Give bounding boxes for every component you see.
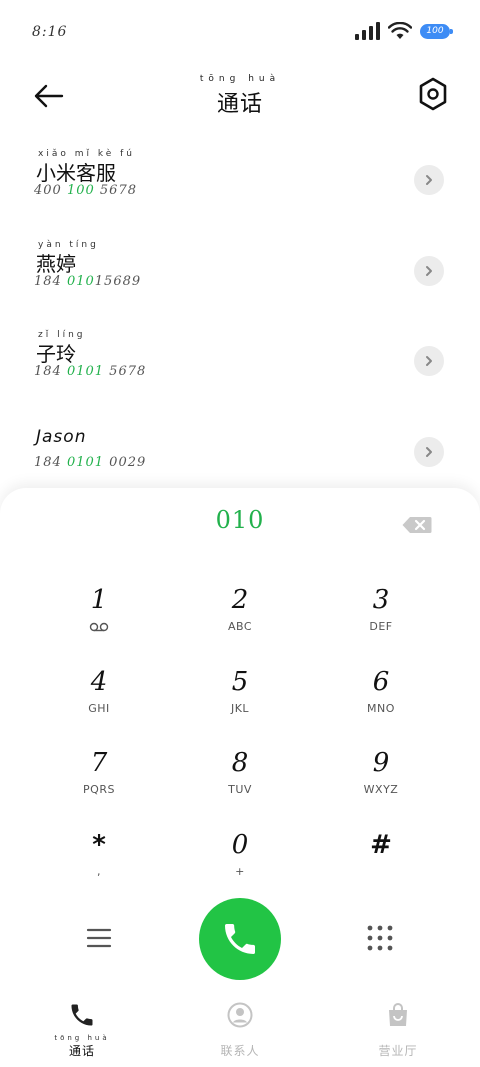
call-button[interactable]: [199, 898, 281, 980]
page-title-wrap: tōng huà 通话: [0, 74, 480, 118]
phone-icon: [71, 1004, 93, 1026]
key-hash[interactable]: #: [321, 828, 441, 900]
contact-name: Jason: [36, 426, 87, 447]
page-title-pinyin: tōng huà: [199, 74, 281, 84]
tab-label: 联系人: [220, 1044, 260, 1058]
contact-detail-button[interactable]: [414, 165, 444, 195]
key-digit: 8: [231, 748, 249, 778]
key-letters: +: [235, 864, 245, 878]
phone-app-screen: 8:16 100 tōng huà 通话 xiǎo mǐ kè fú 小米客服 …: [0, 0, 480, 1067]
keypad-grid-icon[interactable]: [366, 924, 394, 952]
header: tōng huà 通话: [0, 70, 480, 120]
backspace-icon[interactable]: [402, 516, 432, 534]
key-2[interactable]: 2 ABC: [180, 583, 300, 655]
key-digit: #: [370, 829, 392, 860]
contact-name: 子玲: [36, 342, 76, 366]
key-letters: [321, 865, 441, 879]
contact-number: 184 01015689: [34, 273, 142, 289]
key-6[interactable]: 6 MNO: [321, 665, 441, 737]
list-item[interactable]: Jason 184 0101 0029: [0, 407, 480, 498]
key-digit: 5: [231, 666, 249, 697]
contact-number: 184 0101 5678: [34, 364, 147, 379]
contacts-person-icon: [227, 1002, 253, 1028]
dialpad-action-row: [0, 898, 480, 982]
tab-label: 通话: [68, 1044, 95, 1058]
key-1[interactable]: 1: [39, 583, 159, 655]
status-time: 8:16: [32, 24, 68, 40]
key-letters: TUV: [228, 783, 252, 796]
key-8[interactable]: 8 TUV: [180, 746, 300, 818]
key-3[interactable]: 3 DEF: [321, 583, 441, 655]
wifi-icon: [388, 22, 412, 39]
battery-icon: 100: [420, 23, 453, 39]
status-bar: 8:16 100: [0, 0, 480, 60]
key-digit: 0: [231, 829, 249, 860]
page-title: 通话: [216, 92, 263, 117]
key-letters: ,: [97, 864, 101, 878]
key-digit: 2: [231, 585, 249, 615]
tab-service-hall[interactable]: 营业厅: [338, 1001, 458, 1061]
key-digit: 6: [372, 666, 390, 697]
key-7[interactable]: 7 PQRS: [39, 746, 159, 818]
contact-detail-button[interactable]: [414, 255, 444, 286]
tab-label-pinyin: tōng huà: [54, 1034, 110, 1042]
settings-hexagon-icon[interactable]: [416, 76, 450, 112]
tab-contacts[interactable]: 联系人: [180, 1001, 300, 1061]
key-star[interactable]: * ,: [39, 828, 159, 900]
chevron-right-icon: [426, 265, 432, 276]
shopping-bag-icon: [389, 1003, 407, 1026]
contact-detail-button[interactable]: [414, 436, 444, 467]
voicemail-icon: [89, 622, 109, 632]
battery-level: 100: [426, 26, 444, 36]
key-letters: MNO: [367, 701, 395, 715]
key-0[interactable]: 0 +: [180, 828, 300, 900]
key-letters: JKL: [230, 701, 250, 715]
status-icons: 100: [355, 22, 453, 40]
key-digit: 3: [372, 585, 390, 615]
key-digit: 7: [90, 748, 108, 778]
bottom-nav: tōng huà 通话 联系人 营业厅: [0, 1001, 480, 1067]
contact-number: 184 0101 0029: [34, 454, 147, 470]
list-item[interactable]: yàn tíng 燕婷 184 01015689: [0, 226, 480, 317]
key-9[interactable]: 9 WXYZ: [321, 746, 441, 818]
key-letters: PQRS: [83, 783, 115, 796]
tab-label: 营业厅: [378, 1044, 418, 1058]
key-digit: 1: [90, 585, 108, 615]
key-digit: 4: [90, 666, 108, 697]
dialpad-sheet: 010 1 2 ABC 3 DEF 4 GHI 5 JKL 6 MNO 7 PQ…: [0, 488, 480, 1067]
key-4[interactable]: 4 GHI: [39, 665, 159, 737]
phone-icon: [225, 924, 255, 954]
chevron-right-icon: [426, 175, 432, 185]
list-item[interactable]: xiǎo mǐ kè fú 小米客服 400 100 5678: [0, 135, 480, 226]
key-digit: *: [92, 829, 106, 860]
recent-calls-list: xiǎo mǐ kè fú 小米客服 400 100 5678 yàn tíng…: [0, 135, 480, 497]
key-letters: GHI: [88, 701, 110, 715]
tab-calls[interactable]: tōng huà 通话: [22, 1001, 142, 1061]
key-letters: DEF: [369, 620, 393, 633]
chevron-right-icon: [426, 446, 432, 457]
key-letters: WXYZ: [363, 783, 399, 796]
contact-detail-button[interactable]: [414, 346, 444, 376]
list-item[interactable]: zǐ líng 子玲 184 0101 5678: [0, 316, 480, 407]
key-5[interactable]: 5 JKL: [180, 665, 300, 737]
dialpad-keys: 1 2 ABC 3 DEF 4 GHI 5 JKL 6 MNO 7 PQRS 8…: [0, 583, 480, 909]
menu-icon[interactable]: [86, 926, 112, 950]
signal-icon: [355, 22, 380, 40]
contact-number: 400 100 5678: [34, 183, 137, 198]
contact-name: 小米客服: [36, 161, 116, 185]
key-digit: 9: [372, 748, 390, 778]
key-letters: ABC: [227, 620, 253, 633]
contact-name: 燕婷: [36, 251, 76, 276]
chevron-right-icon: [426, 356, 432, 366]
